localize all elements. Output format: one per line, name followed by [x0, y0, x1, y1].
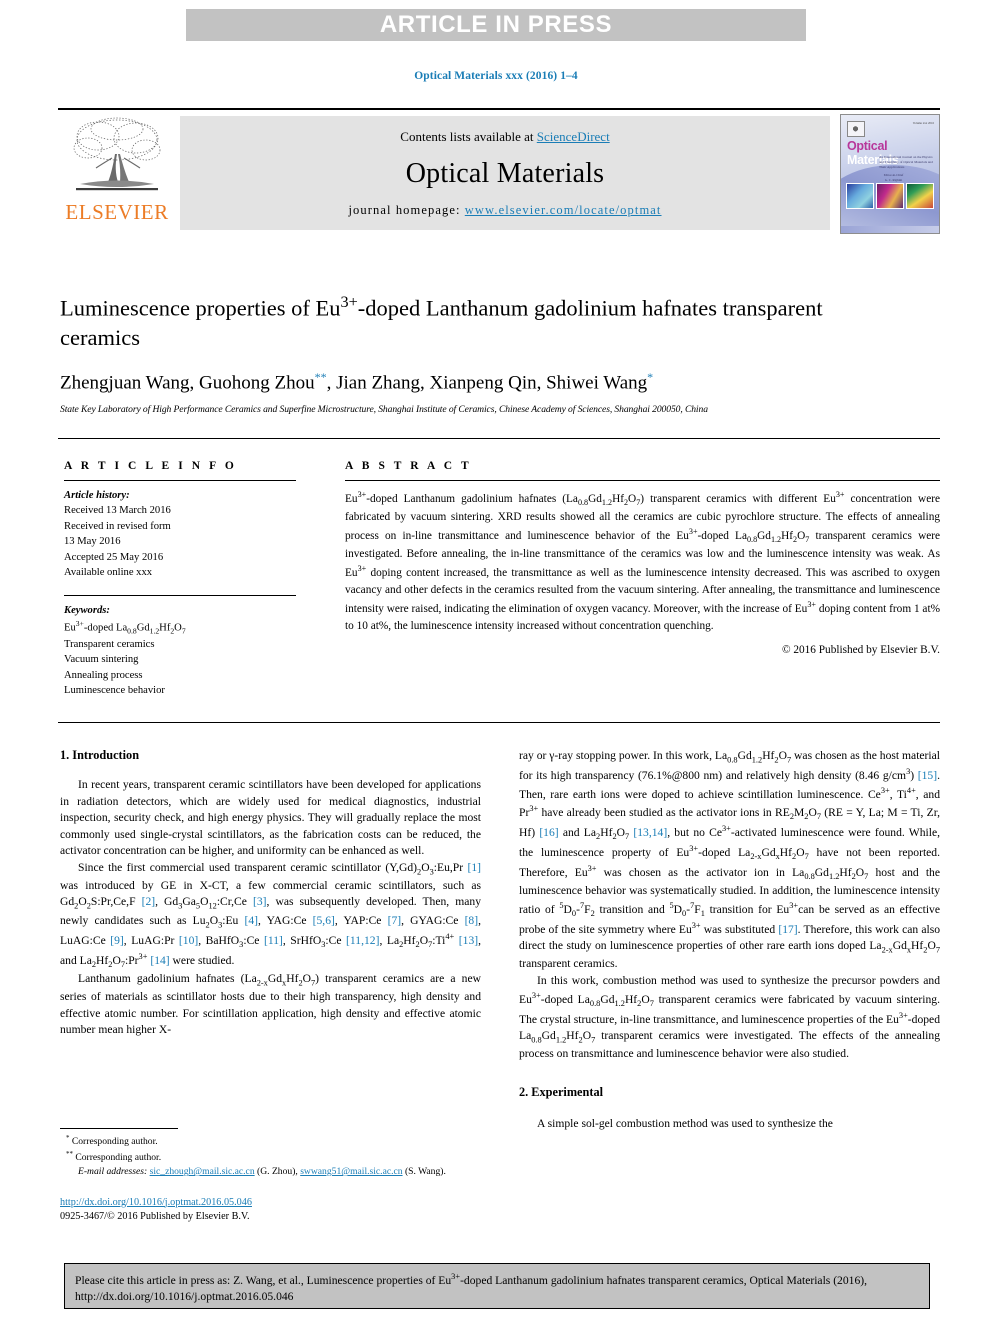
- keywords-rule: [64, 594, 296, 596]
- journal-reference-line: Optical Materials xxx (2016) 1–4: [414, 70, 578, 82]
- homepage-label: journal homepage:: [348, 202, 465, 217]
- journal-cover-thumbnail: Volume xxx 2016 Optical Materials An Int…: [840, 114, 940, 234]
- article-info-heading: A R T I C L E I N F O: [64, 460, 237, 472]
- body-column-left: 1. Introduction In recent years, transpa…: [60, 748, 481, 1132]
- abstract-column: A B S T R A C T Eu3+-doped Lanthanum gad…: [345, 460, 940, 656]
- citation-text-pre: Please cite this article in press as: Z.…: [75, 1273, 452, 1287]
- intro-paragraph-2: Since the first commercial used transpar…: [60, 860, 482, 969]
- author-footnote-marker-double[interactable]: **: [315, 370, 327, 384]
- issn-copyright-line: 0925-3467/© 2016 Published by Elsevier B…: [60, 1211, 250, 1223]
- contents-lists-text: Contents lists available at: [400, 129, 537, 145]
- authors-part-2: , Jian Zhang, Xianpeng Qin, Shiwei Wang: [326, 372, 648, 394]
- footnotes-block: * Corresponding author. ** Corresponding…: [60, 1128, 485, 1225]
- history-item: Received in revised form: [64, 520, 171, 532]
- authors-part-1: Zhengjuan Wang, Guohong Zhou: [60, 372, 315, 394]
- keyword-item: Annealing process: [64, 669, 143, 681]
- corr-text-1: Corresponding author.: [71, 1136, 158, 1148]
- intro-paragraph-3-left: Lanthanum gadolinium hafnates (La2-xGdxH…: [60, 971, 481, 1037]
- abstract-copyright: © 2016 Published by Elsevier B.V.: [781, 643, 940, 656]
- keyword-item: Transparent ceramics: [64, 638, 155, 650]
- elsevier-wordmark: ELSEVIER: [65, 200, 169, 224]
- cover-elsevier-mark-icon: [847, 121, 865, 137]
- experimental-heading: 2. Experimental: [519, 1084, 604, 1099]
- contents-lists-line: Contents lists available at ScienceDirec…: [400, 129, 609, 145]
- keyword-item: Vacuum sintering: [64, 654, 139, 666]
- corr-marker-1: *: [66, 1135, 70, 1142]
- journal-info-box: Contents lists available at ScienceDirec…: [180, 116, 830, 230]
- keyword-item-formula: Eu3+-doped La0.8Gd1.2Hf2O7: [64, 619, 186, 636]
- keywords-block: Keywords: Eu3+-doped La0.8Gd1.2Hf2O7 Tra…: [64, 603, 296, 699]
- footnote-rule: [60, 1128, 178, 1129]
- keyword-item: Luminescence behavior: [64, 685, 165, 697]
- intro-paragraph-3-right: ray or γ-ray stopping power. In this wor…: [519, 749, 941, 971]
- section-divider-bottom: [58, 722, 940, 723]
- cover-title-word1: Optical: [847, 139, 888, 153]
- article-info-column: A R T I C L E I N F O Article history: R…: [64, 460, 296, 699]
- elsevier-tree-icon: [73, 117, 161, 191]
- journal-title: Optical Materials: [405, 157, 605, 189]
- experimental-paragraph-1: A simple sol-gel combustion method was u…: [537, 1116, 833, 1130]
- email-label: E-mail addresses:: [78, 1166, 148, 1178]
- cite-this-article-box: Please cite this article in press as: Z.…: [64, 1263, 930, 1309]
- email-link-2[interactable]: swwang51@mail.sic.ac.cn: [300, 1166, 402, 1177]
- corresponding-author-1: * Corresponding author.: [60, 1134, 485, 1150]
- journal-homepage-link[interactable]: www.elsevier.com/locate/optmat: [465, 203, 662, 217]
- article-title-block: Luminescence properties of Eu3+-doped La…: [60, 292, 890, 417]
- doi-link[interactable]: http://dx.doi.org/10.1016/j.optmat.2016.…: [60, 1197, 252, 1208]
- keywords-label: Keywords:: [64, 604, 110, 616]
- cover-image-strip: [846, 183, 934, 209]
- email-owner-2: (S. Wang).: [404, 1166, 446, 1178]
- corr-marker-2: **: [66, 1150, 73, 1158]
- title-part-2: -doped Lanthanum gadolinium: [357, 295, 637, 321]
- history-item: Received 13 March 2016: [64, 505, 171, 517]
- intro-paragraph-1: In recent years, transparent ceramic sci…: [60, 778, 481, 858]
- introduction-heading: 1. Introduction: [60, 748, 140, 762]
- doi-block: http://dx.doi.org/10.1016/j.optmat.2016.…: [60, 1196, 485, 1226]
- corr-text-2: Corresponding author.: [75, 1151, 162, 1163]
- elsevier-logo: ELSEVIER: [58, 110, 176, 236]
- body-column-right: ray or γ-ray stopping power. In this wor…: [519, 748, 940, 1132]
- abstract-heading: A B S T R A C T: [345, 460, 472, 472]
- corresponding-author-2: ** Corresponding author.: [60, 1150, 485, 1166]
- section-divider-top: [58, 438, 940, 439]
- sciencedirect-link[interactable]: ScienceDirect: [537, 129, 610, 144]
- title-superscript: 3+: [340, 293, 358, 311]
- article-in-press-banner: ARTICLE IN PRESS: [186, 9, 806, 41]
- author-footnote-marker-single[interactable]: *: [647, 370, 653, 384]
- title-part-1: Luminescence properties of Eu: [60, 295, 341, 321]
- citation-text-post: -doped Lanthanum gadolinium hafnates tra…: [460, 1273, 700, 1287]
- history-item: Accepted 25 May 2016: [64, 551, 164, 563]
- intro-paragraph-4: In this work, combustion method was used…: [519, 973, 940, 1061]
- history-item: Available online xxx: [64, 567, 153, 579]
- keyword-eu-charge: 3+: [75, 619, 84, 629]
- article-info-rule: [64, 480, 296, 481]
- author-affiliation: State Key Laboratory of High Performance…: [60, 404, 708, 416]
- article-body: 1. Introduction In recent years, transpa…: [60, 748, 940, 1132]
- keyword-doped-la: -doped La: [83, 622, 128, 634]
- author-list: Zhengjuan Wang, Guohong Zhou**, Jian Zha…: [60, 370, 890, 396]
- citation-superscript: 3+: [451, 1272, 461, 1281]
- keyword-eu: Eu: [64, 622, 76, 634]
- history-item: 13 May 2016: [64, 536, 121, 548]
- abstract-rule: [345, 480, 940, 481]
- abstract-text: Eu3+-doped Lanthanum gadolinium hafnates…: [345, 490, 941, 632]
- email-link-1[interactable]: sic_zhough@mail.sic.ac.cn: [150, 1166, 255, 1177]
- page-title: Luminescence properties of Eu3+-doped La…: [60, 292, 890, 352]
- journal-masthead: ELSEVIER Contents lists available at Sci…: [58, 108, 940, 236]
- journal-homepage-line: journal homepage: www.elsevier.com/locat…: [348, 203, 661, 218]
- article-in-press-label: ARTICLE IN PRESS: [379, 11, 613, 38]
- article-history-label: Article history:: [64, 490, 130, 501]
- article-history-block: Article history: Received 13 March 2016 …: [64, 488, 296, 581]
- email-addresses-line: E-mail addresses: sic_zhough@mail.sic.ac…: [60, 1165, 485, 1179]
- email-owner-1: (G. Zhou),: [257, 1166, 298, 1178]
